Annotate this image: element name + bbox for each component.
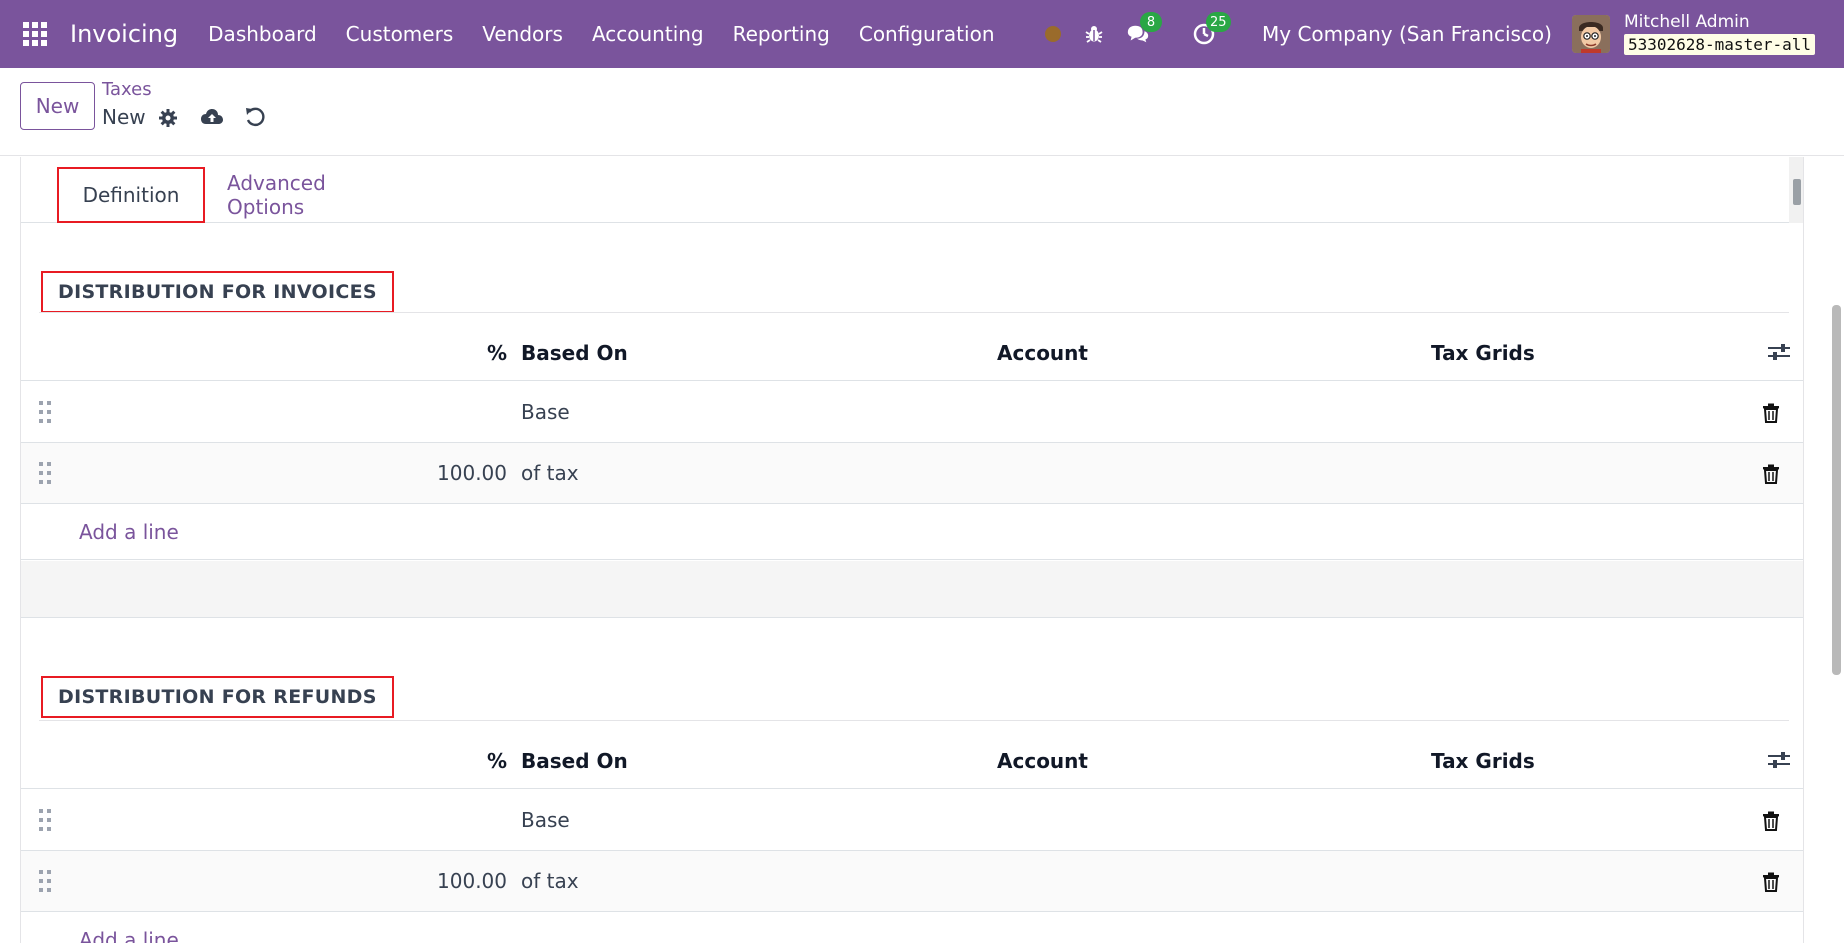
apps-menu-button[interactable] [0, 0, 70, 68]
user-menu[interactable]: Mitchell Admin 53302628-master-all [1623, 12, 1815, 55]
discard-undo-icon[interactable] [243, 105, 267, 129]
invoices-section-title: DISTRIBUTION FOR INVOICES [41, 271, 394, 313]
save-cloud-icon[interactable] [200, 105, 224, 129]
menu-reporting[interactable]: Reporting [733, 22, 830, 46]
cell-percent[interactable]: 100.00 [321, 443, 507, 504]
company-switcher[interactable]: My Company (San Francisco) [1262, 22, 1552, 46]
column-percent[interactable]: % [487, 324, 507, 381]
trash-icon[interactable] [1759, 401, 1783, 425]
cell-based-on[interactable]: of tax [521, 443, 579, 504]
table-row[interactable]: Base [21, 382, 1803, 443]
refunds-table-header: % Based On Account Tax Grids [21, 732, 1803, 789]
column-account[interactable]: Account [997, 732, 1088, 789]
cell-percent[interactable]: 100.00 [321, 851, 507, 912]
trash-icon[interactable] [1759, 462, 1783, 486]
optional-columns-icon[interactable] [1767, 748, 1791, 772]
column-based-on[interactable]: Based On [521, 324, 628, 381]
gear-icon[interactable] [156, 106, 180, 130]
breadcrumb-taxes[interactable]: Taxes [102, 79, 152, 100]
database-name: 53302628-master-all [1623, 34, 1815, 55]
menu-configuration[interactable]: Configuration [859, 22, 995, 46]
main-menu: Dashboard Customers Vendors Accounting R… [208, 22, 1023, 46]
cell-based-on[interactable]: of tax [521, 851, 579, 912]
invoices-table-header: % Based On Account Tax Grids [21, 324, 1803, 381]
add-line-row: Add a line [21, 504, 1803, 560]
add-line-row: Add a line [21, 912, 1803, 943]
refunds-section-title: DISTRIBUTION FOR REFUNDS [41, 676, 394, 718]
presence-status-icon[interactable] [1045, 26, 1062, 42]
form-sheet: Definition Advanced Options DISTRIBUTION… [20, 157, 1804, 943]
menu-accounting[interactable]: Accounting [592, 22, 704, 46]
tabs-scrollbar-thumb[interactable] [1793, 179, 1801, 205]
trash-icon[interactable] [1759, 870, 1783, 894]
messages-icon[interactable]: 8 [1126, 12, 1163, 46]
cell-based-on[interactable]: Base [521, 382, 570, 443]
top-navbar: Invoicing Dashboard Customers Vendors Ac… [0, 0, 1844, 68]
drag-handle-icon[interactable] [39, 870, 51, 896]
bug-icon[interactable] [1082, 22, 1106, 46]
apps-grid-icon [23, 22, 47, 46]
tab-advanced-options[interactable]: Advanced Options [227, 167, 407, 223]
table-row[interactable]: 100.00 of tax [21, 851, 1803, 912]
activity-clock-icon[interactable]: 25 [1192, 12, 1231, 46]
cell-percent[interactable] [321, 790, 507, 851]
control-panel: New Taxes New [0, 68, 1844, 156]
user-name: Mitchell Admin [1623, 12, 1750, 32]
refunds-add-line-link[interactable]: Add a line [79, 912, 179, 943]
menu-customers[interactable]: Customers [346, 22, 454, 46]
column-tax-grids[interactable]: Tax Grids [1431, 324, 1535, 381]
activities-count-badge: 25 [1206, 12, 1231, 32]
optional-columns-icon[interactable] [1767, 340, 1791, 364]
column-tax-grids[interactable]: Tax Grids [1431, 732, 1535, 789]
systray: 8 25 My Company (San Francisco) Mitchell… [1045, 0, 1844, 68]
new-button[interactable]: New [20, 82, 95, 130]
drag-handle-icon[interactable] [39, 809, 51, 835]
page-scrollbar-thumb[interactable] [1832, 305, 1841, 675]
menu-vendors[interactable]: Vendors [482, 22, 563, 46]
messages-count-badge: 8 [1140, 12, 1163, 32]
tab-definition[interactable]: Definition [57, 167, 205, 223]
cell-based-on[interactable]: Base [521, 790, 570, 851]
trash-icon[interactable] [1759, 809, 1783, 833]
table-row[interactable]: 100.00 of tax [21, 443, 1803, 504]
drag-handle-icon[interactable] [39, 462, 51, 488]
section-separator [39, 312, 1789, 313]
page-scrollbar[interactable] [1828, 157, 1844, 943]
table-row[interactable]: Base [21, 790, 1803, 851]
column-account[interactable]: Account [997, 324, 1088, 381]
invoices-add-line-link[interactable]: Add a line [79, 504, 179, 560]
section-separator [39, 720, 1789, 721]
user-avatar[interactable] [1571, 15, 1610, 53]
table-empty-row [21, 561, 1803, 618]
menu-dashboard[interactable]: Dashboard [208, 22, 317, 46]
drag-handle-icon[interactable] [39, 401, 51, 427]
tabs-scrollbar[interactable] [1789, 157, 1803, 223]
cell-percent[interactable] [321, 382, 507, 443]
notebook-tabs: Definition Advanced Options [21, 157, 1803, 223]
app-name[interactable]: Invoicing [70, 20, 178, 48]
column-based-on[interactable]: Based On [521, 732, 628, 789]
column-percent[interactable]: % [487, 732, 507, 789]
record-name: New [102, 105, 146, 129]
